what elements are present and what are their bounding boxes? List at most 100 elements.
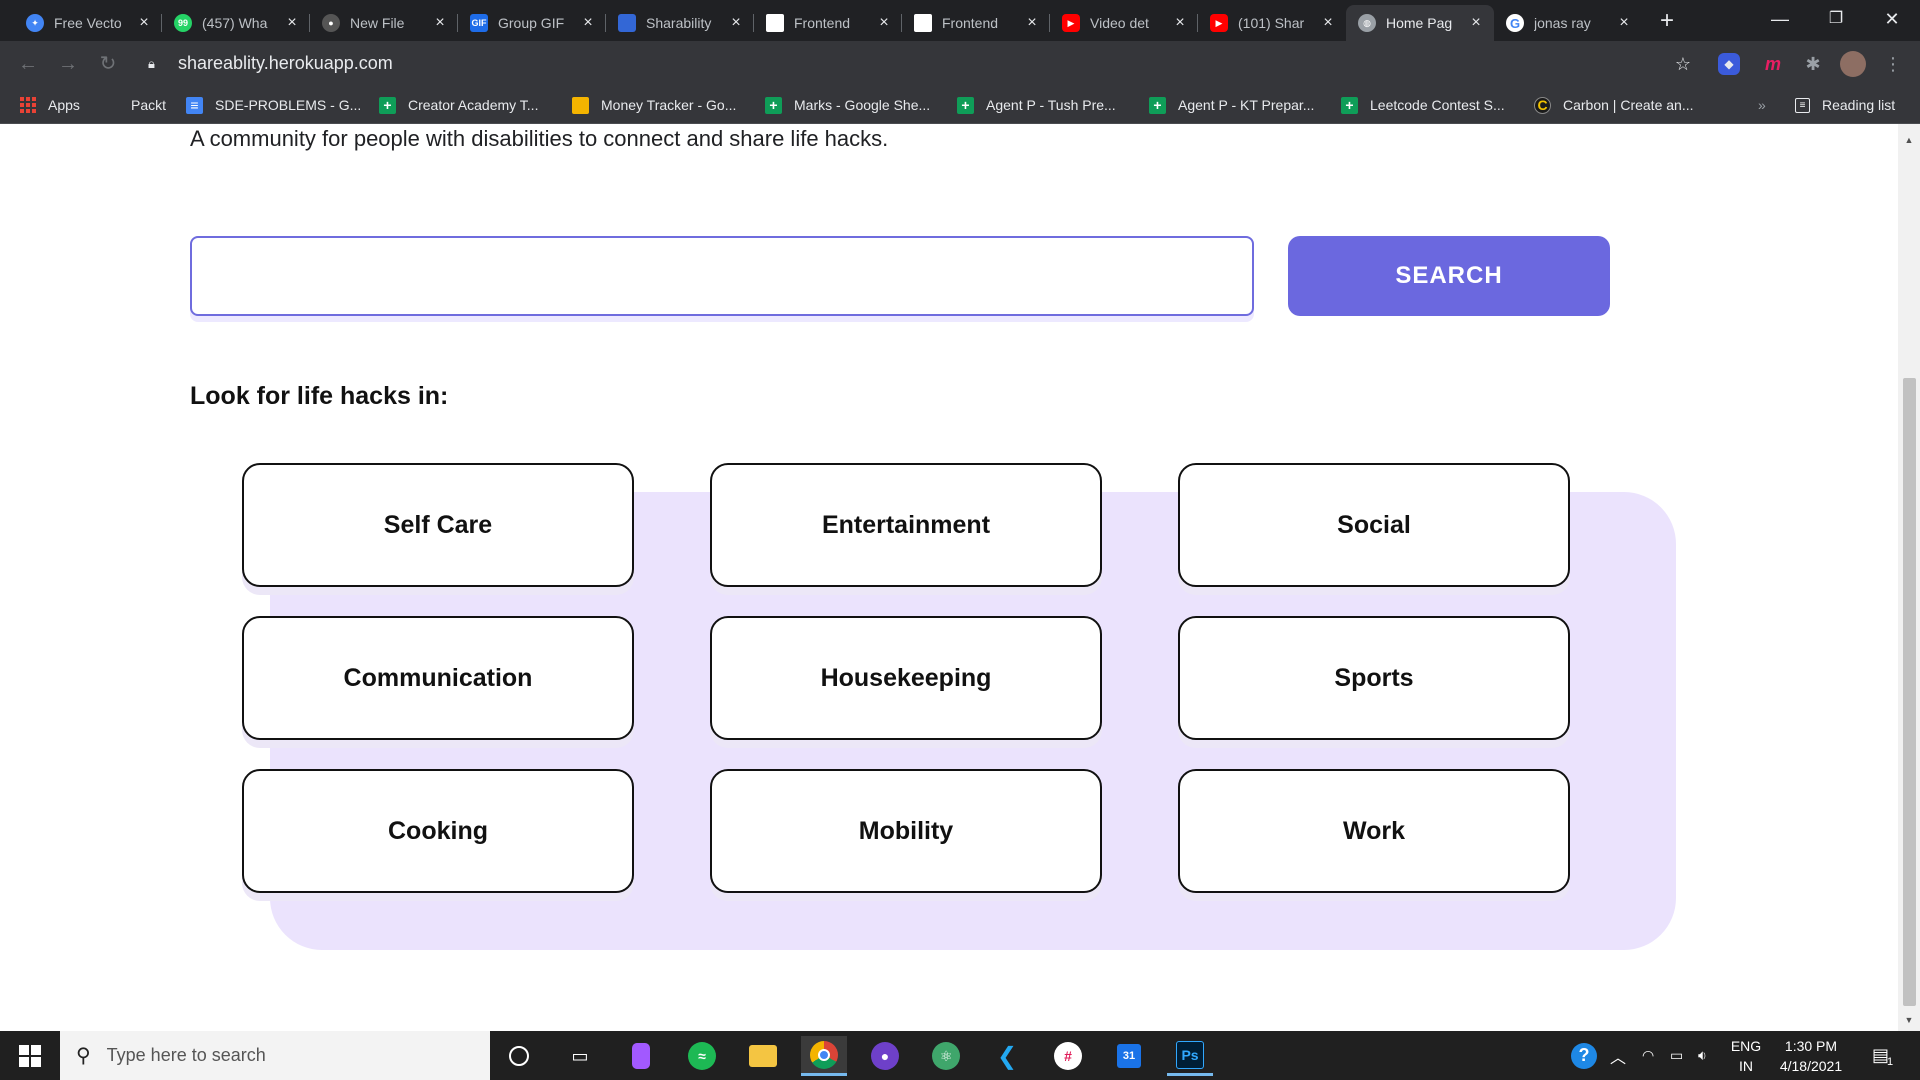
- github-icon: ●: [322, 14, 340, 32]
- bookmarks-overflow-button[interactable]: »: [1758, 94, 1766, 116]
- close-window-button[interactable]: ✕: [1864, 0, 1920, 41]
- minimize-button[interactable]: —: [1752, 0, 1808, 41]
- battery-icon[interactable]: ▭: [1670, 1031, 1683, 1080]
- category-work[interactable]: Work: [1178, 769, 1570, 893]
- extension-m-icon[interactable]: m: [1760, 51, 1786, 77]
- sheets-icon: +: [765, 96, 782, 114]
- lock-icon[interactable]: 🔒︎: [148, 56, 155, 72]
- close-tab-icon[interactable]: ×: [1320, 14, 1336, 32]
- extension-icon[interactable]: ◆: [1718, 53, 1740, 75]
- network-icon[interactable]: ◠: [1642, 1031, 1654, 1080]
- file-explorer-icon[interactable]: [740, 1036, 786, 1076]
- slack-icon[interactable]: #: [1045, 1036, 1091, 1076]
- restore-button[interactable]: ❐: [1808, 0, 1864, 41]
- bookmark-item[interactable]: + Agent P - KT Prepar...: [1149, 94, 1314, 116]
- browser-tab[interactable]: ✦ Free Vecto ×: [14, 5, 162, 41]
- windows-logo-icon: [19, 1044, 41, 1067]
- bookmark-item[interactable]: Packt: [131, 94, 166, 116]
- category-communication[interactable]: Communication: [242, 616, 634, 740]
- close-tab-icon[interactable]: ×: [1172, 14, 1188, 32]
- new-tab-button[interactable]: +: [1653, 8, 1681, 36]
- reload-button[interactable]: ↻: [94, 50, 122, 78]
- browser-tab[interactable]: ● New File ×: [310, 5, 458, 41]
- taskbar-clock[interactable]: 1:30 PM 4/18/2021: [1766, 1036, 1856, 1076]
- bookmark-item[interactable]: + Agent P - Tush Pre...: [957, 94, 1116, 116]
- gif-icon: GIF: [470, 14, 488, 32]
- page-tagline: A community for people with disabilities…: [190, 126, 889, 151]
- globe-icon: ◍: [1358, 14, 1376, 32]
- show-hidden-icons[interactable]: ︿: [1610, 1031, 1626, 1080]
- bookmarks-bar: Apps Packt ≡ SDE-PROBLEMS - G... + Creat…: [0, 87, 1920, 124]
- browser-tab[interactable]: Frontend ×: [754, 5, 902, 41]
- spotify-icon[interactable]: ≈: [679, 1036, 725, 1076]
- close-tab-icon[interactable]: ×: [728, 14, 744, 32]
- help-icon[interactable]: ?: [1571, 1031, 1597, 1080]
- browser-tab[interactable]: Frontend ×: [902, 5, 1050, 41]
- browser-tab-active[interactable]: ◍ Home Pag ×: [1346, 5, 1494, 41]
- cortana-icon[interactable]: [496, 1036, 542, 1076]
- category-self-care[interactable]: Self Care: [242, 463, 634, 587]
- back-button[interactable]: ←: [14, 50, 42, 78]
- menu-icon[interactable]: ⋮: [1880, 51, 1906, 77]
- close-tab-icon[interactable]: ×: [1024, 14, 1040, 32]
- forward-button[interactable]: →: [54, 50, 82, 78]
- search-button[interactable]: SEARCH: [1288, 236, 1610, 316]
- whatsapp-icon: 99: [174, 14, 192, 32]
- task-view-icon[interactable]: ▭: [557, 1036, 603, 1076]
- scrollbar-thumb[interactable]: [1903, 378, 1916, 1006]
- bookmark-item[interactable]: Money Tracker - Go...: [572, 94, 736, 116]
- browser-tab[interactable]: GIF Group GIF ×: [458, 5, 606, 41]
- close-tab-icon[interactable]: ×: [136, 14, 152, 32]
- bookmark-item[interactable]: + Leetcode Contest S...: [1341, 94, 1505, 116]
- sheets-icon: +: [957, 96, 974, 114]
- close-tab-icon[interactable]: ×: [432, 14, 448, 32]
- bookmark-star-icon[interactable]: ☆: [1670, 51, 1696, 77]
- figma-icon[interactable]: [618, 1036, 664, 1076]
- close-tab-icon[interactable]: ×: [1468, 14, 1484, 32]
- sheets-icon: +: [1149, 96, 1166, 114]
- bookmark-apps[interactable]: Apps: [20, 94, 80, 116]
- slides-icon: [572, 96, 589, 114]
- close-tab-icon[interactable]: ×: [876, 14, 892, 32]
- category-entertainment[interactable]: Entertainment: [710, 463, 1102, 587]
- atom-icon[interactable]: ⚛: [923, 1036, 969, 1076]
- taskbar-search[interactable]: ⚲ Type here to search: [60, 1031, 490, 1080]
- browser-tab[interactable]: Sharability ×: [606, 5, 754, 41]
- windows-taskbar: ⚲ Type here to search ▭ ≈ ● ⚛ ❮ # 31 Ps …: [0, 1031, 1920, 1080]
- address-bar[interactable]: shareablity.herokuapp.com: [178, 53, 393, 74]
- photoshop-icon[interactable]: Ps: [1167, 1036, 1213, 1076]
- browser-tab[interactable]: ▶ Video det ×: [1050, 5, 1198, 41]
- browser-tab[interactable]: 99 (457) Wha ×: [162, 5, 310, 41]
- language-indicator[interactable]: ENG IN: [1726, 1036, 1766, 1076]
- notifications-icon[interactable]: ▤ 1: [1872, 1031, 1893, 1080]
- close-tab-icon[interactable]: ×: [580, 14, 596, 32]
- chrome-icon[interactable]: [801, 1036, 847, 1076]
- github-desktop-icon[interactable]: ●: [862, 1036, 908, 1076]
- vscode-icon[interactable]: ❮: [984, 1036, 1030, 1076]
- scroll-down-arrow-icon[interactable]: ▼: [1898, 1010, 1920, 1030]
- close-tab-icon[interactable]: ×: [1616, 14, 1632, 32]
- doc-icon: [618, 14, 636, 32]
- browser-tab[interactable]: ▶ (101) Shar ×: [1198, 5, 1346, 41]
- browser-tab[interactable]: G jonas ray ×: [1494, 5, 1642, 41]
- close-tab-icon[interactable]: ×: [284, 14, 300, 32]
- calendar-icon[interactable]: 31: [1106, 1036, 1152, 1076]
- volume-icon[interactable]: 🔉︎: [1698, 1031, 1707, 1080]
- scroll-up-arrow-icon[interactable]: ▲: [1898, 130, 1920, 150]
- bookmark-item[interactable]: ≡ SDE-PROBLEMS - G...: [186, 94, 361, 116]
- profile-avatar[interactable]: [1840, 51, 1866, 77]
- search-input[interactable]: [190, 236, 1254, 316]
- category-cooking[interactable]: Cooking: [242, 769, 634, 893]
- page-content: A community for people with disabilities…: [0, 124, 1898, 1031]
- bookmark-item[interactable]: C Carbon | Create an...: [1534, 94, 1693, 116]
- reading-list-button[interactable]: ≡ Reading list: [1795, 94, 1895, 116]
- category-social[interactable]: Social: [1178, 463, 1570, 587]
- categories-heading: Look for life hacks in:: [190, 382, 449, 410]
- bookmark-item[interactable]: + Creator Academy T...: [379, 94, 538, 116]
- start-button[interactable]: [0, 1031, 60, 1080]
- bookmark-item[interactable]: + Marks - Google She...: [765, 94, 930, 116]
- category-housekeeping[interactable]: Housekeeping: [710, 616, 1102, 740]
- category-mobility[interactable]: Mobility: [710, 769, 1102, 893]
- category-sports[interactable]: Sports: [1178, 616, 1570, 740]
- extensions-puzzle-icon[interactable]: ✱: [1800, 51, 1826, 77]
